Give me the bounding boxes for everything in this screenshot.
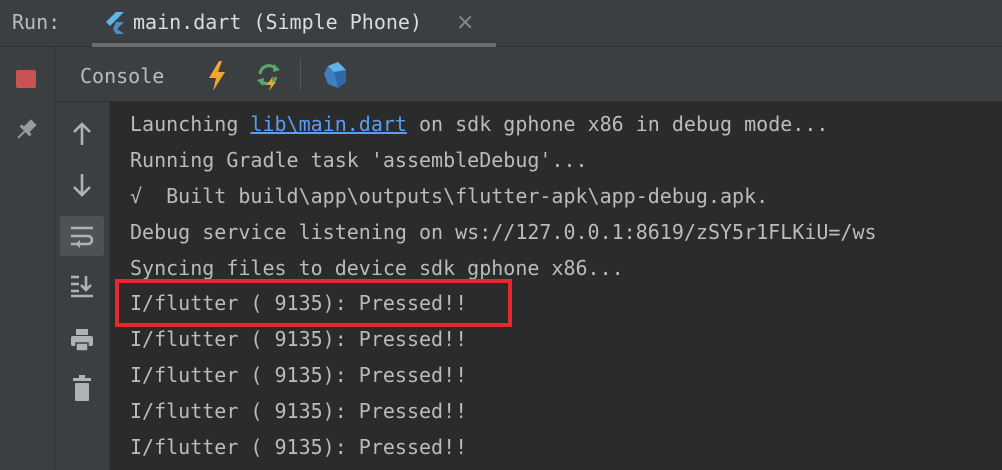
- run-actions-strip: [0, 47, 55, 470]
- console-line: Running Gradle task 'assembleDebug'...: [130, 148, 588, 172]
- stop-icon[interactable]: [16, 70, 36, 88]
- print-button[interactable]: [60, 320, 104, 360]
- trash-icon: [73, 375, 91, 401]
- highlight-annotation: [115, 279, 512, 327]
- print-icon: [71, 329, 93, 352]
- file-link[interactable]: lib\main.dart: [250, 112, 407, 136]
- console-line: I/flutter ( 9135): Pressed!!: [130, 327, 468, 351]
- scroll-to-end-button[interactable]: [60, 266, 104, 306]
- down-button[interactable]: [60, 165, 104, 205]
- soft-wrap-icon: [71, 226, 94, 248]
- pin-icon[interactable]: [12, 116, 40, 144]
- clear-all-button[interactable]: [60, 368, 104, 408]
- up-button[interactable]: [60, 114, 104, 154]
- console-line: I/flutter ( 9135): Pressed!!: [130, 363, 468, 387]
- console-line: I/flutter ( 9135): Pressed!!: [130, 435, 468, 459]
- console-header: [55, 47, 1002, 102]
- soft-wrap-button[interactable]: [60, 216, 104, 256]
- console-line: Debug service listening on ws://127.0.0.…: [130, 220, 877, 244]
- console-line: Launching lib\main.dart on sdk gphone x8…: [130, 112, 829, 136]
- hot-restart-icon[interactable]: [254, 60, 284, 92]
- tab-title[interactable]: main.dart (Simple Phone): [133, 10, 422, 34]
- toolbar-divider: [300, 58, 301, 90]
- console-tab[interactable]: Console: [80, 64, 164, 88]
- run-label: Run:: [12, 10, 61, 34]
- flutter-icon: [106, 12, 124, 34]
- console-line: Syncing files to device sdk gphone x86..…: [130, 256, 624, 280]
- console-line: √ Built build\app\outputs\flutter-apk\ap…: [130, 184, 769, 208]
- console-line: I/flutter ( 9135): Pressed!!: [130, 399, 468, 423]
- dart-devtools-icon[interactable]: [320, 60, 350, 92]
- arrow-up-icon: [73, 122, 91, 145]
- scroll-to-end-icon: [71, 275, 93, 298]
- close-icon[interactable]: ×: [456, 10, 474, 35]
- hot-reload-bolt-icon[interactable]: [205, 59, 229, 93]
- arrow-down-icon: [73, 174, 91, 197]
